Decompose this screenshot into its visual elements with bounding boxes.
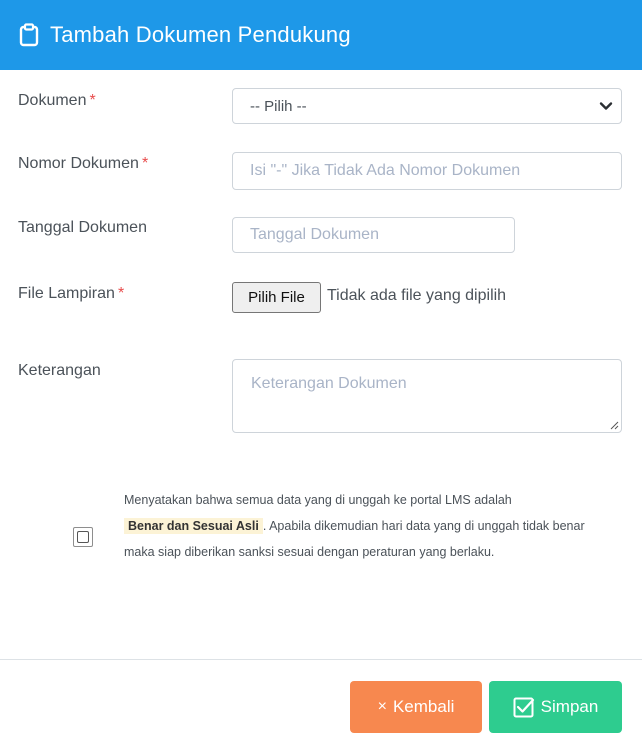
required-mark: * <box>141 155 149 172</box>
agreement-text: Menyatakan bahwa semua data yang di ungg… <box>124 487 604 565</box>
choose-file-button[interactable]: Pilih File <box>232 282 321 313</box>
dokumen-label: Dokumen * <box>18 92 96 110</box>
save-button[interactable]: Simpan <box>489 681 622 733</box>
keterangan-label: Keterangan <box>18 362 101 379</box>
required-mark: * <box>89 92 96 109</box>
nomor-label: Nomor Dokumen * <box>18 155 148 173</box>
clipboard-icon <box>19 23 39 47</box>
nomor-placeholder: Isi "-" Jika Tidak Ada Nomor Dokumen <box>250 162 521 179</box>
modal-header: Tambah Dokumen Pendukung <box>0 0 642 70</box>
agreement-highlight: Benar dan Sesuai Asli <box>124 518 263 534</box>
dokumen-selected-value: -- Pilih -- <box>250 97 307 115</box>
keterangan-placeholder: Keterangan Dokumen <box>251 375 407 392</box>
lampiran-label: File Lampiran * <box>18 285 124 303</box>
back-button[interactable]: × Kembali <box>350 681 482 733</box>
required-mark: * <box>117 285 125 302</box>
tanggal-placeholder: Tanggal Dokumen <box>250 226 379 243</box>
nomor-label-text: Nomor Dokumen <box>18 155 139 172</box>
dokumen-select[interactable]: -- Pilih -- <box>232 88 622 124</box>
keterangan-textarea[interactable]: Keterangan Dokumen <box>232 359 622 433</box>
agreement-checkbox[interactable] <box>73 527 93 547</box>
close-icon: × <box>377 698 387 715</box>
checkbox-box <box>77 531 89 543</box>
agreement-text-before: Menyatakan bahwa semua data yang di ungg… <box>124 493 512 507</box>
resize-grip-icon[interactable] <box>609 420 619 430</box>
tanggal-dokumen-input[interactable]: Tanggal Dokumen <box>232 217 515 253</box>
tanggal-label: Tanggal Dokumen <box>18 219 147 236</box>
lampiran-label-text: File Lampiran <box>18 285 115 302</box>
file-status: Tidak ada file yang dipilih <box>327 287 507 304</box>
dokumen-label-text: Dokumen <box>18 92 87 109</box>
footer-divider <box>0 659 642 660</box>
check-square-icon <box>513 697 534 718</box>
save-button-label: Simpan <box>540 697 599 716</box>
chevron-down-icon <box>599 102 613 110</box>
modal-title: Tambah Dokumen Pendukung <box>50 22 351 47</box>
back-button-label: Kembali <box>392 697 455 716</box>
nomor-dokumen-input[interactable]: Isi "-" Jika Tidak Ada Nomor Dokumen <box>232 152 622 190</box>
